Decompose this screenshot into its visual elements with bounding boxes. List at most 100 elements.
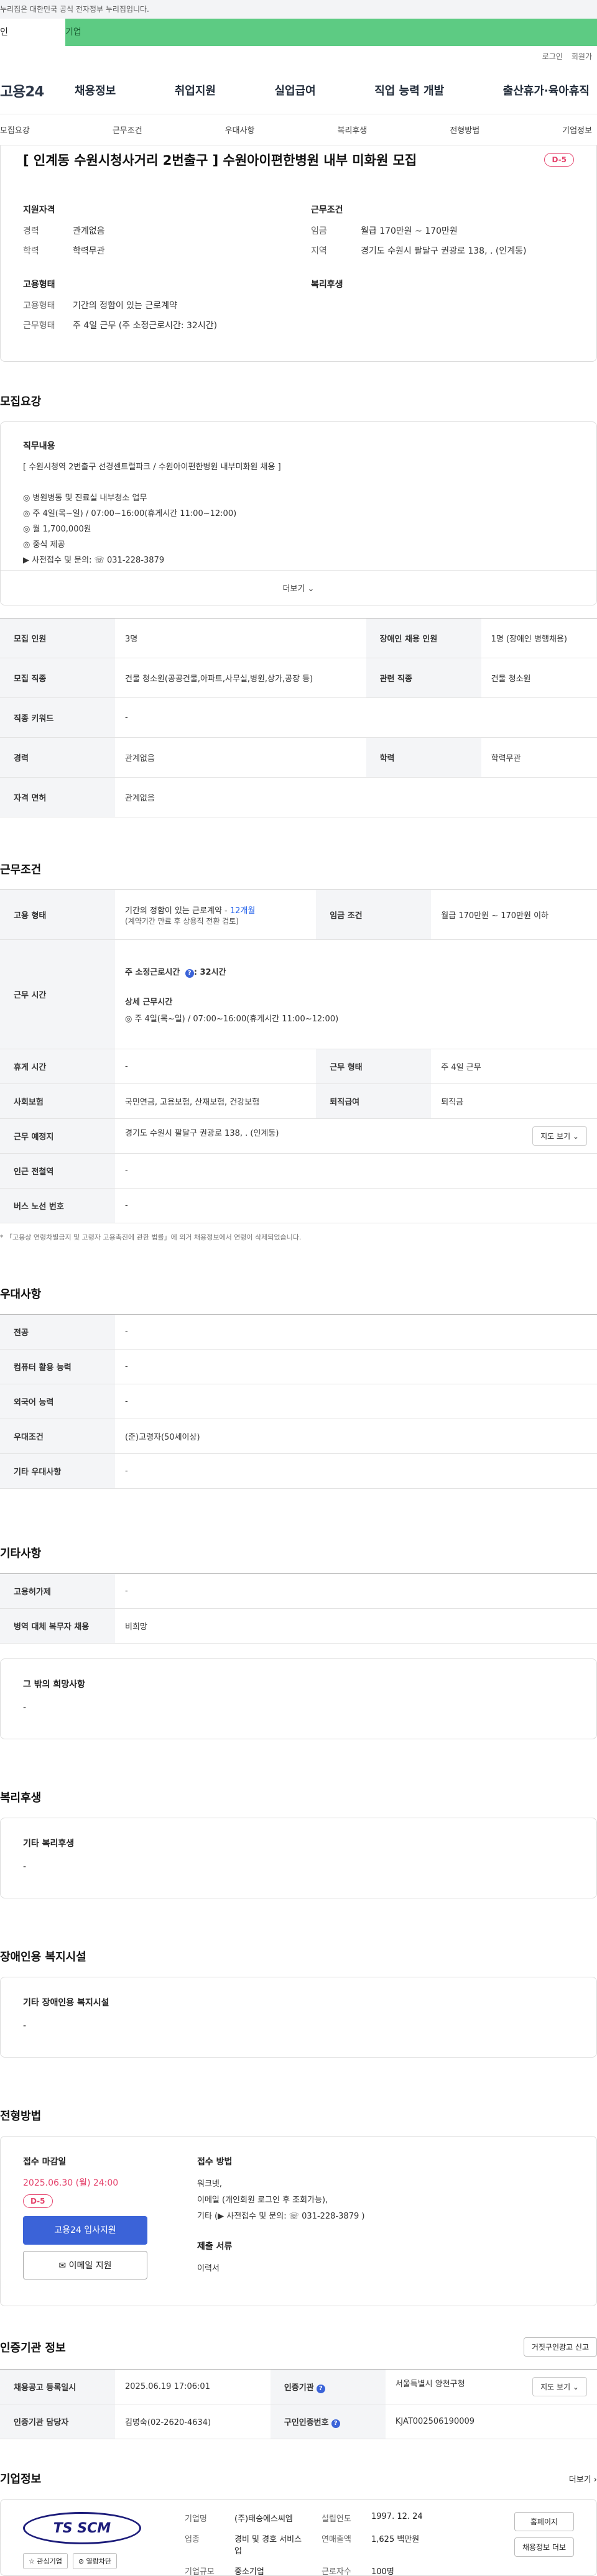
- email-apply-button[interactable]: ✉ 이메일 지원: [23, 2251, 147, 2279]
- table-row: 근무 시간 주 소정근로시간 ?: 32시간 상세 근무시간 ◎ 주 4일(목~…: [0, 939, 597, 1049]
- auth-map-button[interactable]: 지도 보기 ⌄: [532, 2377, 587, 2396]
- other-wishes-value: -: [23, 1703, 27, 1713]
- label: 지역: [311, 246, 327, 256]
- tab-company-label: 기업: [65, 27, 81, 37]
- section-title-pref: 우대사항: [0, 1288, 42, 1301]
- more-button[interactable]: 더보기 ⌄: [1, 570, 596, 605]
- section-title-welfare: 복리후생: [0, 1792, 42, 1805]
- table-cell: 서울특별시 양천구청 지도 보기 ⌄: [385, 2369, 597, 2404]
- table-row: 직종 키워드 -: [0, 697, 597, 738]
- table-cell: 관계없음: [115, 777, 597, 817]
- table-cell: 관계없음: [115, 737, 366, 778]
- table-header: 고용허가제: [0, 1573, 115, 1609]
- subnav-apply[interactable]: 전형방법: [450, 124, 479, 136]
- section-title-etc: 기타사항: [0, 1547, 42, 1560]
- qualification-block: 지원자격 경력 관계없음 학력 학력무관: [23, 203, 286, 264]
- apply-button[interactable]: 고용24 입사지원: [23, 2216, 147, 2245]
- block-company-button[interactable]: ⊘ 열람차단: [72, 2553, 118, 2569]
- join-link[interactable]: 회원가: [572, 51, 592, 62]
- gnb-item-training[interactable]: 직업 능력 개발: [374, 82, 444, 98]
- table-cell: -: [115, 1384, 597, 1419]
- disabled-facility-box: 기타 장애인용 복지시설 -: [0, 1977, 597, 2058]
- label: 근로자수: [322, 2567, 351, 2576]
- table-header: 구인인증번호?: [270, 2404, 386, 2439]
- table-header: 컴퓨터 활용 능력: [0, 1349, 115, 1384]
- help-icon[interactable]: ?: [185, 968, 194, 978]
- table-cell: 1명 (장애인 병행채용): [481, 618, 597, 658]
- gnb-item-unemployment-benefit[interactable]: 실업급여: [275, 82, 316, 98]
- tab-company[interactable]: 기업: [65, 19, 597, 46]
- table-header: 인증기관 담당자: [0, 2404, 115, 2439]
- company-box: TS SCM ☆ 관심기업 ⊘ 열람차단 기업명 (주)태승에스씨엠 설립연도 19…: [0, 2499, 597, 2576]
- section-title-disabled: 장애인용 복지시설: [0, 1951, 86, 1964]
- table-row: 인증기관 담당자 김명숙(02-2620-4634) 구인인증번호? KJAT00…: [0, 2404, 597, 2439]
- etc-table: 고용허가제 - 병역 대체 복무자 채용 비희망: [0, 1573, 597, 1644]
- table-row: 고용허가제 -: [0, 1573, 597, 1609]
- table-header: 근무 형태: [316, 1049, 432, 1084]
- other-wishes-box: 그 밖의 희망사항 -: [0, 1658, 597, 1739]
- table-cell: 월급 170만원 ~ 170만원 이하: [431, 890, 597, 940]
- subnav-pref[interactable]: 우대사항: [225, 124, 255, 136]
- table-header: 사회보험: [0, 1083, 115, 1119]
- company-info: 기업명 (주)태승에스씨엠 설립연도 1997. 12. 24 업종 경비 및 경호 …: [160, 2512, 514, 2576]
- table-header: 모집 직종: [0, 658, 115, 698]
- help-icon[interactable]: ?: [331, 2419, 340, 2428]
- more-jobs-button[interactable]: 채용정보 더보: [514, 2537, 574, 2557]
- tab-personal[interactable]: 인: [0, 19, 65, 46]
- login-link[interactable]: 로그인: [542, 51, 563, 62]
- table-header: 직종 키워드: [0, 697, 115, 738]
- user-type-tabs: 인 기업: [0, 19, 597, 46]
- company-header: 기업정보 더보기 ›: [0, 2470, 597, 2486]
- table-row: 우대조건 (준)고령자(50세이상): [0, 1419, 597, 1454]
- work-address: 경기도 수원시 팔달구 권광로 138, . (인계동): [125, 1129, 279, 1138]
- favorite-company-button[interactable]: ☆ 관심기업: [23, 2553, 68, 2569]
- table-cell: 비희망: [115, 1608, 597, 1644]
- gnb-item-parental-leave[interactable]: 출산휴가·육아휴직: [503, 82, 590, 98]
- welfare-value: -: [23, 1862, 27, 1872]
- main-content: [ 인계동 수원시청사거리 2번출구 ] 수원아이편한병원 내부 미화원 모집 …: [0, 145, 597, 2576]
- qualification-title: 지원자격: [23, 205, 55, 215]
- section-nav: 모집요강 근무조건 우대사항 복리후생 전형방법 기업정보: [0, 114, 597, 145]
- report-false-ad-button[interactable]: 거짓구인광고 신고: [523, 2337, 597, 2357]
- table-row: 채용공고 등록일시 2025.06.19 17:06:01 인증기관? 서울특별시…: [0, 2369, 597, 2404]
- section-title-apply: 전형방법: [0, 2110, 42, 2123]
- subnav-company[interactable]: 기업정보: [562, 124, 592, 136]
- auth-header: 인증기관 정보 거짓구인광고 신고: [0, 2337, 597, 2357]
- value: 경기도 수원시 팔달구 권광로 138, . (인계동): [361, 246, 527, 256]
- gnb-item-employment-support[interactable]: 취업지원: [175, 82, 216, 98]
- table-header: 기타 우대사항: [0, 1453, 115, 1489]
- table-header: 학력: [366, 737, 481, 778]
- auth-agency-label: 인증기관: [284, 2383, 314, 2393]
- table-row: 모집 인원 3명 장애인 채용 인원 1명 (장애인 병행채용): [0, 618, 597, 658]
- disabled-facility-value: -: [23, 2021, 27, 2031]
- help-icon[interactable]: ?: [316, 2384, 325, 2393]
- docs-value: 이력서: [197, 2264, 220, 2273]
- dday-badge: D-5: [544, 153, 574, 167]
- table-cell: -: [115, 1453, 597, 1489]
- table-header: 휴게 시간: [0, 1049, 115, 1084]
- table-cell: -: [115, 1188, 597, 1223]
- age-note: * 「고용상 연령차별금지 및 고령자 고용촉진에 관한 법률」에 의거 채용정…: [0, 1233, 302, 1241]
- homepage-button[interactable]: 홈페이지: [514, 2512, 574, 2531]
- map-view-button[interactable]: 지도 보기 ⌄: [532, 1126, 587, 1146]
- deadline-title: 접수 마감일: [23, 2157, 67, 2167]
- contract-period: 12개월: [229, 906, 256, 916]
- recruit-table: 모집 인원 3명 장애인 채용 인원 1명 (장애인 병행채용) 모집 직종 건물 청…: [0, 618, 597, 817]
- table-header: 퇴직급여: [316, 1083, 432, 1119]
- pref-table: 전공 - 컴퓨터 활용 능력 - 외국어 능력 - 우대조건 (준)고령자(50세이상)…: [0, 1314, 597, 1489]
- gnb-menu: 채용정보 취업지원 실업급여 직업 능력 개발 출산휴가·육아휴직: [75, 82, 597, 98]
- table-cell: KJAT002506190009: [385, 2404, 597, 2439]
- table-cell: -: [115, 1573, 597, 1609]
- table-cell: 2025.06.19 17:06:01: [115, 2369, 271, 2404]
- subnav-welfare[interactable]: 복리후생: [337, 124, 367, 136]
- table-row: 외국어 능력 -: [0, 1384, 597, 1419]
- table-row: 인근 전철역 -: [0, 1153, 597, 1189]
- subnav-work[interactable]: 근무조건: [113, 124, 142, 136]
- site-logo[interactable]: 고용24: [0, 80, 75, 101]
- gnb-item-jobs[interactable]: 채용정보: [75, 82, 116, 98]
- company-more-link[interactable]: 더보기 ›: [569, 2473, 597, 2485]
- label: 설립연도: [322, 2514, 351, 2524]
- table-header: 모집 인원: [0, 618, 115, 658]
- subnav-recruit[interactable]: 모집요강: [0, 124, 30, 136]
- table-cell: 경기도 수원시 팔달구 권광로 138, . (인계동) 지도 보기 ⌄: [115, 1118, 597, 1154]
